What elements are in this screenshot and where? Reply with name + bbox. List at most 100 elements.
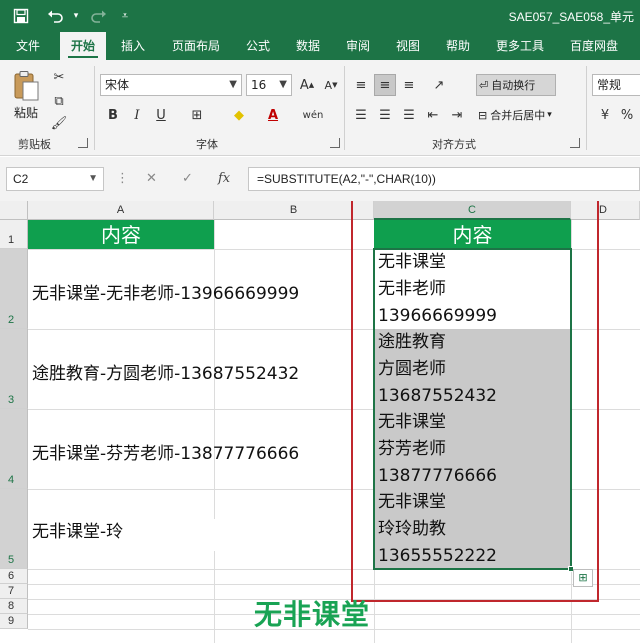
blur-overlay: [132, 519, 364, 551]
orientation-icon[interactable]: ↗: [428, 74, 450, 96]
tab-formulas[interactable]: 公式: [238, 32, 278, 60]
phonetic-icon[interactable]: wén: [302, 104, 324, 126]
title-bar: ▾ ⩡ SAE057_SAE058_单元: [0, 0, 640, 32]
tab-baidu-netdisk[interactable]: 百度网盘: [562, 32, 626, 60]
underline-icon[interactable]: U: [150, 104, 172, 126]
tab-home[interactable]: 开始: [60, 32, 106, 60]
divider: [344, 66, 345, 150]
font-launcher-icon[interactable]: [330, 138, 340, 148]
redo-icon[interactable]: [86, 6, 110, 26]
cell-a5-text: 无非课堂-玲: [32, 522, 124, 542]
row-header-2[interactable]: 2: [0, 249, 28, 329]
font-color-icon[interactable]: A: [262, 104, 284, 126]
bold-icon[interactable]: B: [102, 104, 124, 126]
insert-function-button[interactable]: fx: [218, 171, 230, 186]
decrease-font-icon[interactable]: A ▼: [320, 74, 342, 96]
align-middle-icon[interactable]: ≡: [374, 74, 396, 96]
column-header-b[interactable]: B: [214, 201, 374, 220]
fill-color-icon[interactable]: ◆: [228, 104, 250, 126]
font-size-select[interactable]: 16 ▼: [246, 74, 292, 96]
chevron-down-icon: ▼: [279, 79, 287, 90]
font-name-value: 宋体: [105, 78, 130, 92]
increase-indent-icon[interactable]: ⇥: [446, 104, 468, 126]
highlight-box: [351, 201, 599, 602]
clipboard-group-label: 剪贴板: [18, 138, 51, 151]
cancel-icon[interactable]: ✕: [146, 171, 157, 186]
paste-button[interactable]: 粘贴: [14, 104, 38, 121]
save-icon[interactable]: [10, 6, 32, 26]
row-header-5[interactable]: 5: [0, 489, 28, 569]
alignment-launcher-icon[interactable]: [570, 138, 580, 148]
number-format-select[interactable]: 常规: [592, 74, 640, 96]
cell-a3[interactable]: 途胜教育-方圆老师-13687552432: [28, 329, 299, 409]
tab-more-tools[interactable]: 更多工具: [488, 32, 552, 60]
select-all-corner[interactable]: [0, 201, 28, 220]
font-size-value: 16: [251, 78, 267, 92]
font-group-label: 字体: [196, 138, 218, 151]
watermark-logo: 无非课堂: [254, 598, 371, 631]
more-options-icon: ⋮: [116, 171, 129, 186]
row-header-3[interactable]: 3: [0, 329, 28, 409]
column-header-a[interactable]: A: [28, 201, 214, 220]
paste-icon[interactable]: [12, 70, 40, 102]
quick-analysis-icon[interactable]: ⊞: [573, 569, 593, 587]
row-header-1[interactable]: 1: [0, 220, 28, 249]
tab-review[interactable]: 审阅: [338, 32, 378, 60]
row-header-4[interactable]: 4: [0, 409, 28, 489]
percent-icon[interactable]: %: [616, 104, 638, 126]
align-top-icon[interactable]: ≡: [350, 74, 372, 96]
align-bottom-icon[interactable]: ≡: [398, 74, 420, 96]
chevron-down-icon: ▼: [229, 79, 237, 90]
cell-a3-text: 途胜教育-方圆老师-13687552432: [32, 364, 300, 384]
chevron-down-icon: ▾: [547, 110, 552, 120]
row-header-6[interactable]: 6: [0, 569, 28, 584]
wrap-text-icon: ⏎: [479, 78, 489, 92]
cell-a4[interactable]: 无非课堂-芬芳老师-13877776666: [28, 409, 299, 489]
undo-icon[interactable]: [42, 6, 70, 26]
format-painter-icon[interactable]: 🖌: [48, 112, 70, 134]
tab-view[interactable]: 视图: [388, 32, 428, 60]
font-name-select[interactable]: 宋体 ▼: [100, 74, 242, 96]
align-left-icon[interactable]: ☰: [350, 104, 372, 126]
window-title: SAE057_SAE058_单元: [508, 10, 634, 24]
ribbon-tabs: 文件 开始 插入 页面布局 公式 数据 审阅 视图 帮助 更多工具 百度网盘: [0, 32, 640, 60]
formula-bar: C2 ▼ ⋮ ✕ ✓ fx =SUBSTITUTE(A2,"-",CHAR(10)…: [0, 157, 640, 201]
copy-icon[interactable]: ⧉: [48, 90, 70, 112]
chevron-down-icon: ▼: [88, 173, 98, 184]
row-header-9[interactable]: 9: [0, 614, 28, 629]
cut-icon[interactable]: ✂: [48, 66, 70, 88]
spreadsheet-grid[interactable]: A B C D 1 2 3 4 5 6 7 8 9 内容 内容 无非课堂-无非老…: [0, 201, 640, 643]
enter-icon[interactable]: ✓: [182, 171, 193, 186]
merge-center-label: 合并后居中: [490, 109, 546, 122]
ribbon: 粘贴 ✂ ⧉ 🖌 剪贴板 宋体 ▼ 16 ▼ A ▲ A ▼ B I U ⊞ ◆ A w…: [0, 60, 640, 156]
name-box[interactable]: C2 ▼: [6, 167, 104, 191]
italic-icon[interactable]: I: [126, 104, 148, 126]
undo-dropdown-icon[interactable]: ▾: [70, 6, 82, 26]
merge-center-button[interactable]: ⊟ 合并后居中 ▾: [476, 104, 576, 126]
tab-insert[interactable]: 插入: [112, 32, 154, 60]
alignment-group-label: 对齐方式: [432, 138, 476, 151]
formula-input[interactable]: =SUBSTITUTE(A2,"-",CHAR(10)): [248, 167, 640, 191]
name-box-value: C2: [13, 172, 29, 186]
number-format-value: 常规: [597, 78, 622, 92]
cell-a4-text: 无非课堂-芬芳老师-13877776666: [32, 444, 300, 464]
row-header-8[interactable]: 8: [0, 599, 28, 614]
tab-page-layout[interactable]: 页面布局: [164, 32, 228, 60]
increase-font-icon[interactable]: A ▲: [296, 74, 318, 96]
align-center-icon[interactable]: ☰: [374, 104, 396, 126]
align-right-icon[interactable]: ☰: [398, 104, 420, 126]
wrap-text-label: 自动换行: [491, 79, 536, 92]
tab-help[interactable]: 帮助: [438, 32, 478, 60]
wrap-text-button[interactable]: ⏎ 自动换行: [476, 74, 556, 96]
accounting-format-icon[interactable]: ¥: [594, 104, 616, 126]
tab-data[interactable]: 数据: [288, 32, 328, 60]
tab-file[interactable]: 文件: [8, 32, 48, 60]
row-header-7[interactable]: 7: [0, 584, 28, 599]
borders-icon[interactable]: ⊞: [186, 104, 208, 126]
clipboard-launcher-icon[interactable]: [78, 138, 88, 148]
cell-a1[interactable]: 内容: [28, 220, 214, 249]
chevron-down-icon[interactable]: ⩡: [116, 6, 134, 26]
divider: [586, 66, 587, 150]
cell-a2-overflow: [28, 249, 374, 329]
decrease-indent-icon[interactable]: ⇤: [422, 104, 444, 126]
